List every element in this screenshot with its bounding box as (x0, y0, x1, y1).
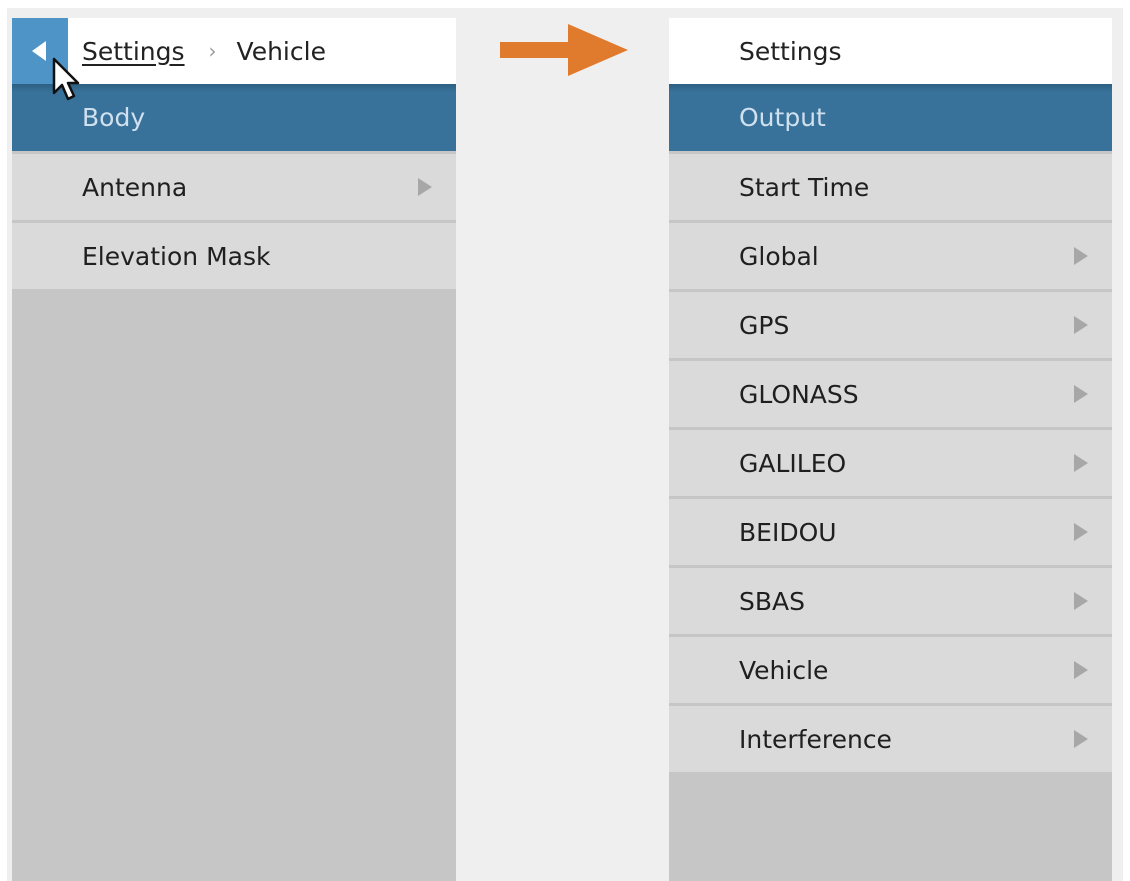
back-triangle-icon (32, 41, 48, 61)
menu-item-vehicle[interactable]: Vehicle (669, 637, 1112, 703)
menu-item-antenna[interactable]: Antenna (12, 154, 456, 220)
menu-item-interference[interactable]: Interference (669, 706, 1112, 772)
menu-item-label: Interference (739, 724, 892, 754)
menu-item-label: Output (739, 103, 826, 132)
submenu-chevron-icon (418, 178, 432, 196)
breadcrumb: Settings › Vehicle (82, 37, 326, 66)
page-title: Settings (739, 36, 842, 66)
menu-item-gps[interactable]: GPS (669, 292, 1112, 358)
menu-item-label: GLONASS (739, 379, 859, 409)
menu-item-sbas[interactable]: SBAS (669, 568, 1112, 634)
menu-item-glonass[interactable]: GLONASS (669, 361, 1112, 427)
vehicle-settings-panel: Settings › Vehicle Body Antenna Elevatio… (12, 18, 456, 881)
breadcrumb-settings-link[interactable]: Settings (82, 37, 185, 66)
submenu-chevron-icon (1074, 592, 1088, 610)
mouse-pointer-icon (52, 57, 80, 101)
submenu-chevron-icon (1074, 661, 1088, 679)
menu-item-label: SBAS (739, 586, 805, 616)
menu-item-label: Body (82, 103, 146, 132)
menu-item-beidou[interactable]: BEIDOU (669, 499, 1112, 565)
menu-item-start-time[interactable]: Start Time (669, 154, 1112, 220)
breadcrumb-current: Vehicle (236, 36, 326, 66)
orange-arrow-icon (500, 24, 628, 76)
settings-header: Settings (669, 18, 1112, 84)
menu-item-galileo[interactable]: GALILEO (669, 430, 1112, 496)
menu-item-label: Global (739, 241, 819, 271)
submenu-chevron-icon (1074, 454, 1088, 472)
menu-item-global[interactable]: Global (669, 223, 1112, 289)
breadcrumb-separator: › (208, 39, 217, 63)
menu-item-label: Antenna (82, 172, 188, 202)
submenu-chevron-icon (1074, 247, 1088, 265)
menu-item-label: Elevation Mask (82, 241, 271, 271)
menu-item-label: BEIDOU (739, 517, 837, 547)
submenu-chevron-icon (1074, 385, 1088, 403)
menu-item-label: Start Time (739, 172, 870, 202)
submenu-chevron-icon (1074, 523, 1088, 541)
menu-item-label: Vehicle (739, 655, 829, 685)
submenu-chevron-icon (1074, 316, 1088, 334)
menu-item-label: GALILEO (739, 448, 847, 478)
settings-panel: Settings Output Start Time Global GPS GL… (669, 18, 1112, 881)
submenu-chevron-icon (1074, 730, 1088, 748)
menu-item-label: GPS (739, 310, 790, 340)
menu-item-output[interactable]: Output (669, 84, 1112, 151)
menu-item-elevation-mask[interactable]: Elevation Mask (12, 223, 456, 289)
